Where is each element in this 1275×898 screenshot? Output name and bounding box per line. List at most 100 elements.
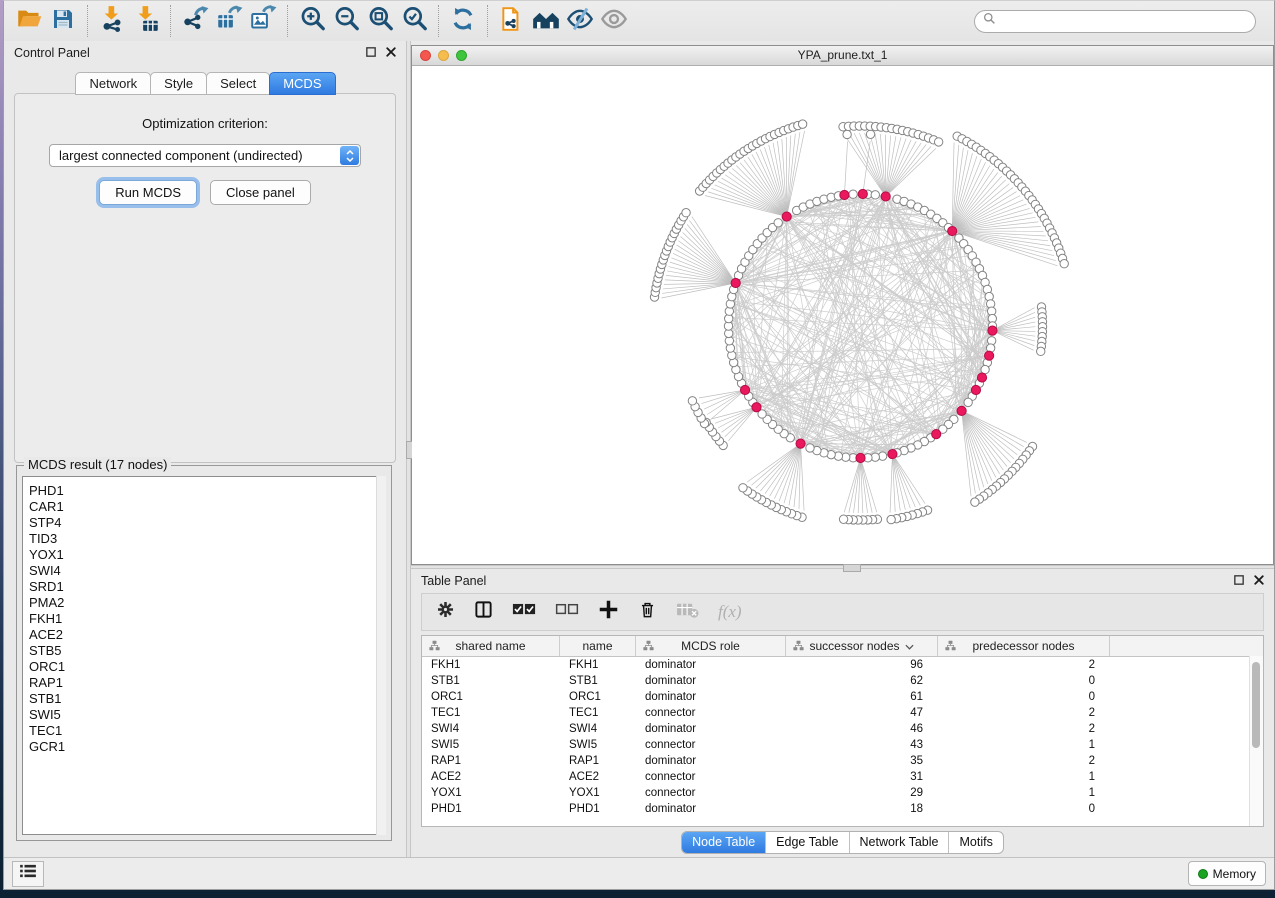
network-canvas[interactable] [412,66,1273,564]
table-cell[interactable]: 2 [938,657,1110,673]
table-row[interactable]: FKH1FKH1dominator962 [422,657,1263,673]
table-cell[interactable]: 0 [938,689,1110,705]
table-row[interactable]: SWI5SWI5connector431 [422,737,1263,753]
table-cell[interactable]: connector [636,737,786,753]
float-panel-icon[interactable] [366,46,376,60]
table-scrollbar-thumb[interactable] [1252,662,1260,748]
column-header-name[interactable]: name [560,636,636,656]
tab-motifs[interactable]: Motifs [949,832,1002,853]
deselect-all-rows-button[interactable] [555,603,579,621]
table-cell[interactable]: PHD1 [422,801,560,817]
table-cell[interactable]: 61 [786,689,938,705]
table-cell[interactable]: ACE2 [422,769,560,785]
table-row[interactable]: STB1STB1dominator620 [422,673,1263,689]
column-header-MCDS-role[interactable]: MCDS role [636,636,786,656]
table-cell[interactable]: YOX1 [560,785,636,801]
maximize-window-icon[interactable] [456,50,467,61]
table-cell[interactable]: 2 [938,753,1110,769]
table-row[interactable]: ORC1ORC1dominator610 [422,689,1263,705]
tab-mcds[interactable]: MCDS [269,72,335,95]
mcds-list-scrollbar[interactable] [376,476,386,835]
mcds-result-item[interactable]: GCR1 [29,739,385,755]
zoom-in-button[interactable] [295,5,329,37]
mcds-result-item[interactable]: STP4 [29,515,385,531]
float-table-panel-icon[interactable] [1234,574,1244,588]
table-cell[interactable]: 2 [938,705,1110,721]
mcds-result-item[interactable]: STB1 [29,691,385,707]
folder-open-button[interactable] [12,5,46,37]
table-cell[interactable]: FKH1 [560,657,636,673]
table-settings-button[interactable] [436,600,455,624]
table-cell[interactable]: dominator [636,801,786,817]
table-cell[interactable]: ORC1 [560,689,636,705]
save-session-button[interactable] [46,5,80,37]
table-cell[interactable]: dominator [636,657,786,673]
close-panel-button[interactable]: Close panel [210,180,311,205]
mcds-result-item[interactable]: CAR1 [29,499,385,515]
mcds-result-item[interactable]: PMA2 [29,595,385,611]
task-history-button[interactable] [12,861,44,887]
table-cell[interactable]: 2 [938,721,1110,737]
table-cell[interactable]: 96 [786,657,938,673]
table-cell[interactable]: SWI4 [422,721,560,737]
table-cell[interactable]: connector [636,785,786,801]
table-cell[interactable]: 35 [786,753,938,769]
mcds-result-item[interactable]: PHD1 [29,483,385,499]
select-all-rows-button[interactable] [512,603,536,621]
minimize-window-icon[interactable] [438,50,449,61]
table-cell[interactable]: 1 [938,769,1110,785]
export-image-button[interactable] [246,5,280,37]
tab-network-table[interactable]: Network Table [850,832,950,853]
delete-column-button[interactable] [638,600,657,624]
export-table-button[interactable] [212,5,246,37]
table-cell[interactable]: STB1 [422,673,560,689]
table-row[interactable]: RAP1RAP1dominator352 [422,753,1263,769]
run-mcds-button[interactable]: Run MCDS [99,180,197,205]
tab-select[interactable]: Select [206,72,270,95]
table-cell[interactable]: 1 [938,737,1110,753]
first-neighbors-button[interactable] [529,5,563,37]
table-cell[interactable]: ACE2 [560,769,636,785]
hide-selected-button[interactable] [563,5,597,37]
table-cell[interactable]: dominator [636,753,786,769]
search-input[interactable] [1001,13,1255,29]
table-cell[interactable]: 62 [786,673,938,689]
import-table-button[interactable] [129,5,163,37]
table-cell[interactable]: 0 [938,801,1110,817]
zoom-fit-button[interactable] [363,5,397,37]
close-panel-icon[interactable] [386,46,396,60]
close-window-icon[interactable] [420,50,431,61]
table-row[interactable]: PHD1PHD1dominator180 [422,801,1263,817]
table-cell[interactable]: 43 [786,737,938,753]
column-header-shared-name[interactable]: shared name [422,636,560,656]
search-box[interactable] [974,10,1256,33]
table-row[interactable]: SWI4SWI4dominator462 [422,721,1263,737]
table-cell[interactable]: SWI5 [422,737,560,753]
mcds-result-item[interactable]: FKH1 [29,611,385,627]
tab-network[interactable]: Network [75,72,151,95]
table-scrollbar[interactable] [1249,656,1263,826]
show-hidden-button[interactable] [597,5,631,37]
memory-button[interactable]: Memory [1188,861,1266,886]
table-row[interactable]: ACE2ACE2connector311 [422,769,1263,785]
close-table-panel-icon[interactable] [1254,574,1264,588]
table-row[interactable]: TEC1TEC1connector472 [422,705,1263,721]
table-cell[interactable]: 1 [938,785,1110,801]
table-cell[interactable]: FKH1 [422,657,560,673]
table-cell[interactable]: PHD1 [560,801,636,817]
import-network-button[interactable] [95,5,129,37]
split-columns-button[interactable] [474,600,493,624]
table-cell[interactable]: dominator [636,721,786,737]
table-cell[interactable]: RAP1 [560,753,636,769]
mcds-result-item[interactable]: ORC1 [29,659,385,675]
add-column-button[interactable] [598,599,619,625]
table-cell[interactable]: TEC1 [422,705,560,721]
mcds-result-list[interactable]: PHD1CAR1STP4TID3YOX1SWI4SRD1PMA2FKH1ACE2… [22,476,386,835]
mcds-result-item[interactable]: TID3 [29,531,385,547]
table-row[interactable]: YOX1YOX1connector291 [422,785,1263,801]
tab-edge-table[interactable]: Edge Table [766,832,849,853]
mcds-result-item[interactable]: YOX1 [29,547,385,563]
table-cell[interactable]: 31 [786,769,938,785]
mcds-result-item[interactable]: RAP1 [29,675,385,691]
network-window-titlebar[interactable]: YPA_prune.txt_1 [412,46,1273,66]
